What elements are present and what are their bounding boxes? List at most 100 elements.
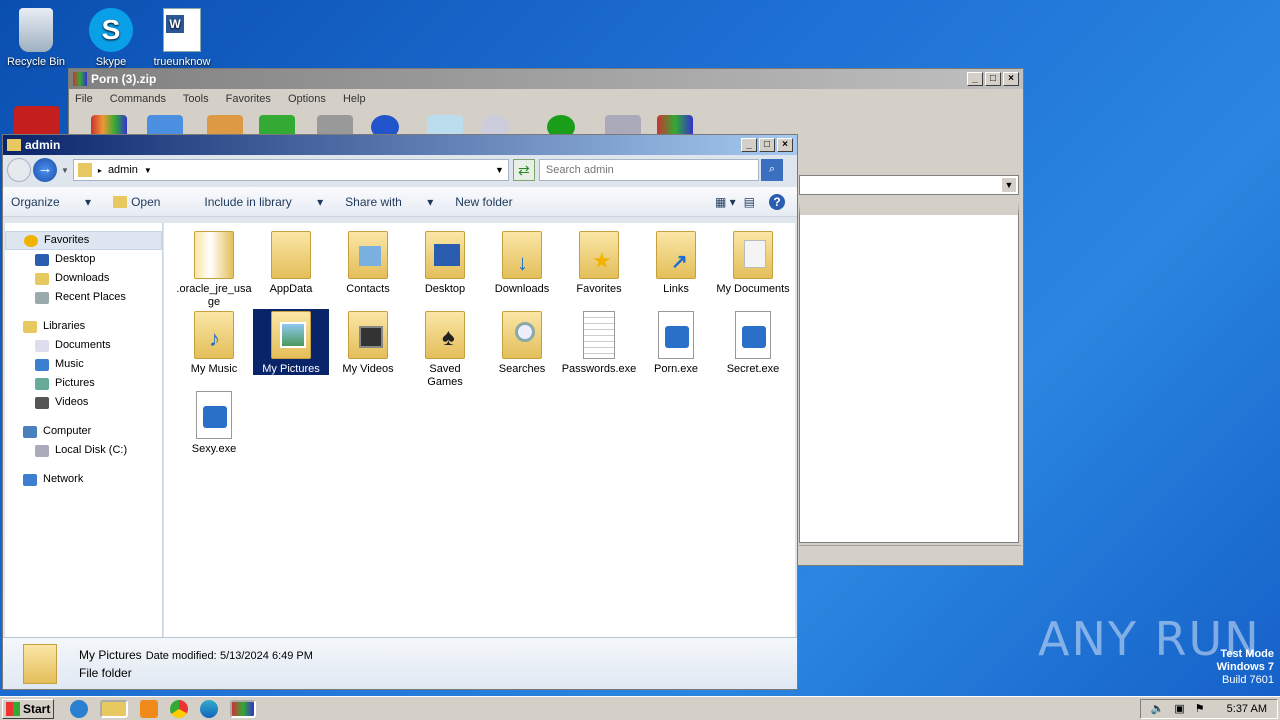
new-folder-button[interactable]: New folder [455,195,512,209]
search-icon[interactable]: ⌕ [760,159,783,181]
folder-icon [194,231,234,279]
nav-local-disk[interactable]: Local Disk (C:) [5,441,162,460]
desktop-icon-label: trueunknow [153,56,211,68]
close-button[interactable]: × [1003,72,1019,86]
folder-item[interactable]: Contacts [330,231,406,296]
help-icon[interactable]: ? [769,193,785,210]
nav-desktop[interactable]: Desktop [5,250,162,269]
menu-favorites[interactable]: Favorites [226,93,271,105]
change-view-icon[interactable]: ▦ ▾ [715,195,736,209]
details-pane: My Pictures Date modified: 5/13/2024 6:49… [3,637,797,689]
edge-icon[interactable] [200,699,218,718]
flag-icon[interactable]: ⚑ [1195,702,1205,715]
file-item[interactable]: Porn.exe [638,311,714,376]
nav-recent-places[interactable]: Recent Places [5,288,162,307]
nav-downloads[interactable]: Downloads [5,269,162,288]
user-folder-icon [77,163,92,177]
nav-favorites[interactable]: Favorites [5,231,162,250]
search-input[interactable] [538,159,759,181]
volume-icon[interactable]: 🔈 [1151,702,1165,715]
recycle-bin-icon [19,8,53,52]
folder-item[interactable]: ↗ Links [638,231,714,296]
nav-documents[interactable]: Documents [5,336,162,355]
archive-titlebar[interactable]: Porn (3).zip _ □ × [69,69,1023,89]
minimize-button[interactable]: _ [741,138,757,152]
recent-pages-chevron-icon[interactable]: ▼ [61,166,69,175]
network-tray-icon[interactable]: ▣ [1174,702,1184,715]
pictures-icon [35,377,49,390]
folder-item[interactable]: ♪ My Music [176,311,252,376]
menu-help[interactable]: Help [343,93,366,105]
file-item[interactable]: Sexy.exe [176,391,252,456]
details-name: My Pictures [79,647,142,662]
archive-statusbar [799,545,1021,563]
folder-item[interactable]: My Videos [330,311,406,376]
nav-music[interactable]: Music [5,355,162,374]
folder-item[interactable]: ↓ Downloads [484,231,560,296]
file-item[interactable]: Passwords.exe [561,311,637,376]
start-button[interactable]: Start [2,698,54,719]
breadcrumb-admin[interactable]: admin [108,164,138,176]
desktop-icon-recycle-bin[interactable]: Recycle Bin [0,8,72,68]
open-button[interactable]: Open [113,195,182,209]
saved-games-folder-icon: ♠ [425,311,465,359]
acrobat-icon[interactable] [14,106,60,134]
explorer-window[interactable]: admin _ □ × → ▼ ▸ admin ▼ ▼ ⇄ ⌕ Organize… [2,134,798,690]
favorites-folder-icon: ★ [579,231,619,279]
address-dropdown-icon[interactable]: ▼ [495,165,504,175]
documents-folder-icon [733,231,773,279]
winrar-icon [73,72,87,86]
explorer-titlebar[interactable]: admin _ □ × [3,135,797,155]
folder-item[interactable]: ♠ Saved Games [407,311,483,389]
menu-options[interactable]: Options [288,93,326,105]
explorer-title: admin [25,138,61,152]
media-player-icon[interactable] [140,699,158,718]
organize-button[interactable]: Organize ▾ [11,195,91,209]
preview-pane-icon[interactable]: ▤ [744,195,755,209]
desktop-folder-icon [425,231,465,279]
forward-icon[interactable]: → [33,158,57,182]
file-item[interactable]: Secret.exe [715,311,791,376]
nav-computer[interactable]: Computer [5,422,162,441]
disk-icon [35,444,49,457]
folder-item[interactable]: Searches [484,311,560,376]
minimize-button[interactable]: _ [967,72,983,86]
share-with-button[interactable]: Share with ▾ [345,195,433,209]
clock[interactable]: 5:37 AM [1227,703,1267,715]
folder-item[interactable]: .oracle_jre_usage [176,231,252,309]
desktop-icon-label: Skype [95,56,127,68]
nav-network[interactable]: Network [5,470,162,489]
word-document-icon: W [163,8,201,52]
refresh-icon[interactable]: ⇄ [512,159,535,181]
folder-item[interactable]: My Documents [715,231,791,296]
maximize-button[interactable]: □ [985,72,1001,86]
star-icon [24,234,38,247]
archive-file-list[interactable] [799,203,1019,543]
explorer-taskbar-icon[interactable] [100,699,128,718]
close-button[interactable]: × [777,138,793,152]
folder-item[interactable]: ★ Favorites [561,231,637,296]
desktop-icon-word-doc[interactable]: W trueunknow [146,8,218,72]
skype-icon: S [89,8,133,52]
folder-item-selected[interactable]: My Pictures [253,309,329,375]
media-exe-icon [735,311,771,359]
menu-file[interactable]: File [75,93,93,105]
nav-pictures[interactable]: Pictures [5,374,162,393]
nav-libraries[interactable]: Libraries [5,317,162,336]
include-in-library-button[interactable]: Include in library ▾ [204,195,323,209]
maximize-button[interactable]: □ [759,138,775,152]
winrar-taskbar-icon[interactable] [230,699,256,718]
nav-videos[interactable]: Videos [5,393,162,412]
downloads-icon [35,272,49,285]
ie-icon[interactable] [70,699,88,718]
desktop-icon-skype[interactable]: S Skype [75,8,147,72]
file-view[interactable]: .oracle_jre_usage AppData Contacts Deskt… [164,223,795,637]
chrome-icon[interactable] [170,699,188,718]
back-icon[interactable] [7,158,31,182]
menu-commands[interactable]: Commands [110,93,166,105]
menu-tools[interactable]: Tools [183,93,209,105]
archive-path-dropdown[interactable]: ▼ [799,175,1019,195]
address-box[interactable]: ▸ admin ▼ ▼ [72,159,509,181]
folder-item[interactable]: AppData [253,231,329,296]
folder-item[interactable]: Desktop [407,231,483,296]
